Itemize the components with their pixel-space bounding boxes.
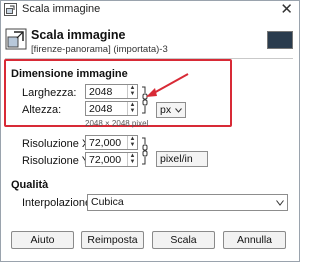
width-input[interactable]: 2048 ▲ ▼	[85, 84, 138, 99]
red-arrow-annotation	[146, 73, 189, 97]
scale-button[interactable]: Scala	[152, 231, 215, 249]
width-value: 2048	[89, 86, 113, 98]
close-icon[interactable]: ✕	[280, 1, 293, 19]
resolution-unit-value: pixel/in	[160, 153, 193, 165]
height-value: 2048	[89, 103, 113, 115]
height-spinner-arrows[interactable]: ▲ ▼	[127, 102, 137, 115]
resolution-y-value: 72,000	[89, 154, 122, 166]
height-input[interactable]: 2048 ▲ ▼	[85, 101, 138, 116]
resolution-x-input[interactable]: 72,000 ▲ ▼	[85, 135, 138, 150]
interpolation-value: Cubica	[91, 196, 124, 208]
window-title: Scala immagine	[22, 3, 101, 15]
resolution-chain-link-icon[interactable]	[141, 136, 149, 168]
dialog-heading: Scala immagine	[31, 28, 126, 42]
chevron-down-icon	[175, 108, 182, 113]
size-unit-value: px	[160, 104, 172, 116]
image-name: [firenze-panorama] (importata)-3	[31, 44, 168, 55]
image-thumbnail	[267, 31, 293, 49]
scale-image-icon	[5, 28, 27, 50]
resolution-unit-dropdown[interactable]: pixel/in	[156, 151, 208, 167]
chevron-down-icon	[276, 200, 284, 206]
resolution-y-label: Risoluzione Y:	[22, 155, 92, 167]
size-unit-dropdown[interactable]: px	[156, 102, 186, 118]
image-size-section-title: Dimensione immagine	[11, 68, 128, 80]
help-button[interactable]: Aiuto	[11, 231, 74, 249]
quality-section-title: Qualità	[11, 179, 49, 191]
title-bar: Scala immagine ✕	[1, 1, 299, 19]
resolution-y-input[interactable]: 72,000 ▲ ▼	[85, 152, 138, 167]
width-label: Larghezza:	[22, 87, 77, 99]
width-spinner-arrows[interactable]: ▲ ▼	[127, 85, 137, 98]
height-label: Altezza:	[22, 104, 62, 116]
cancel-button[interactable]: Annulla	[223, 231, 286, 249]
reset-button[interactable]: Reimposta	[81, 231, 144, 249]
resolution-y-spinner-arrows[interactable]: ▲ ▼	[127, 153, 137, 166]
scale-image-dialog: Scala immagine ✕ Scala immagine [firenze…	[0, 0, 300, 262]
resolution-x-label: Risoluzione X:	[22, 138, 93, 150]
resolution-x-value: 72,000	[89, 137, 122, 149]
scale-image-app-icon	[4, 3, 17, 16]
resolution-x-spinner-arrows[interactable]: ▲ ▼	[127, 136, 137, 149]
interpolation-select[interactable]: Cubica	[87, 194, 288, 211]
interpolation-label: Interpolazione:	[22, 197, 95, 209]
size-info-label: 2048 × 2048 pixel	[85, 119, 149, 128]
